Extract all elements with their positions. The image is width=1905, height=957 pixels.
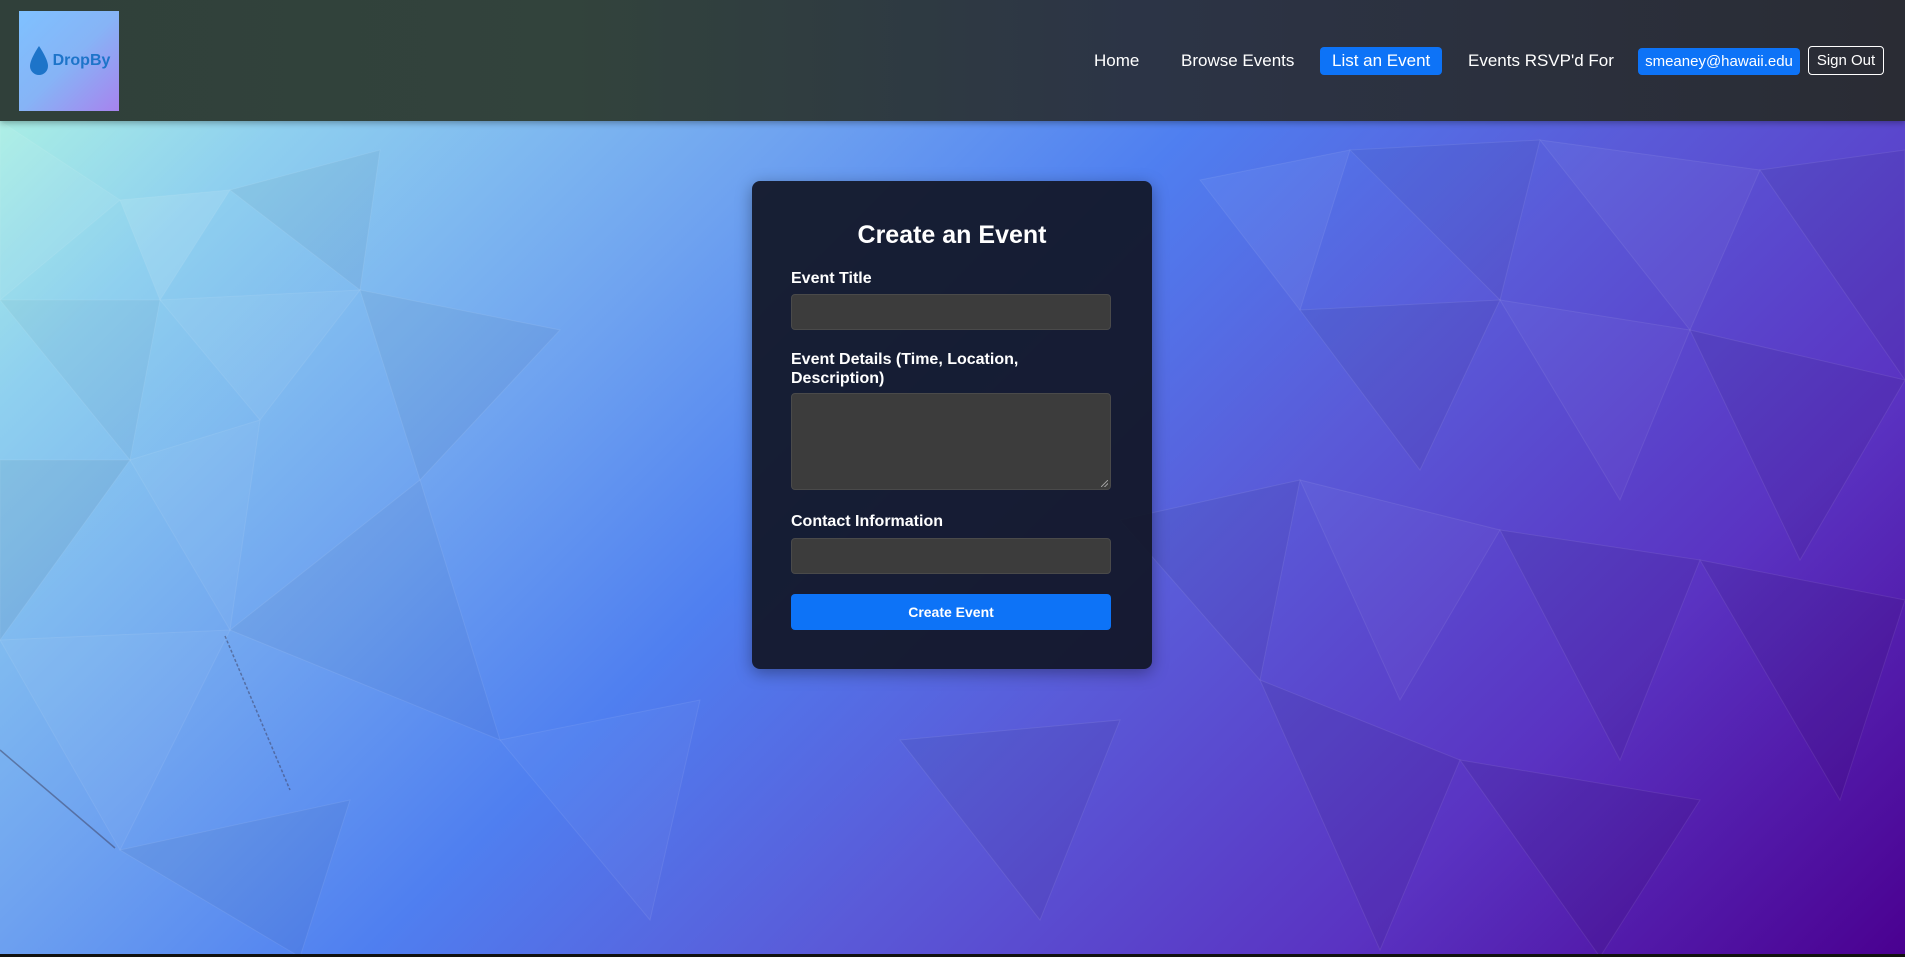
event-details-textarea[interactable] — [791, 393, 1111, 490]
event-title-input[interactable] — [791, 294, 1111, 330]
brand-name: DropBy — [52, 52, 111, 69]
brand-logo[interactable]: DropBy — [19, 11, 119, 111]
nav-list-an-event[interactable]: List an Event — [1320, 47, 1443, 75]
form-title: Create an Event — [857, 221, 1047, 249]
contact-information-label: Contact Information — [791, 513, 943, 530]
user-account-button[interactable]: smeaney@hawaii.edu — [1638, 48, 1800, 75]
nav-browse-events[interactable]: Browse Events — [1169, 47, 1306, 75]
sign-out-button[interactable]: Sign Out — [1808, 46, 1884, 75]
event-title-label: Event Title — [791, 270, 872, 287]
water-drop-icon — [29, 46, 48, 75]
resize-handle-icon[interactable] — [1101, 480, 1108, 487]
event-details-label: Event Details (Time, Location, Descripti… — [791, 351, 1019, 387]
create-event-button[interactable]: Create Event — [791, 594, 1111, 630]
contact-information-input[interactable] — [791, 538, 1111, 574]
top-navbar: DropBy Home Browse Events List an Event … — [0, 0, 1905, 121]
create-event-card: Create an Event Event Title Event Detail… — [752, 181, 1152, 669]
nav-home[interactable]: Home — [1082, 47, 1151, 75]
nav-events-rsvpd[interactable]: Events RSVP'd For — [1456, 47, 1626, 75]
